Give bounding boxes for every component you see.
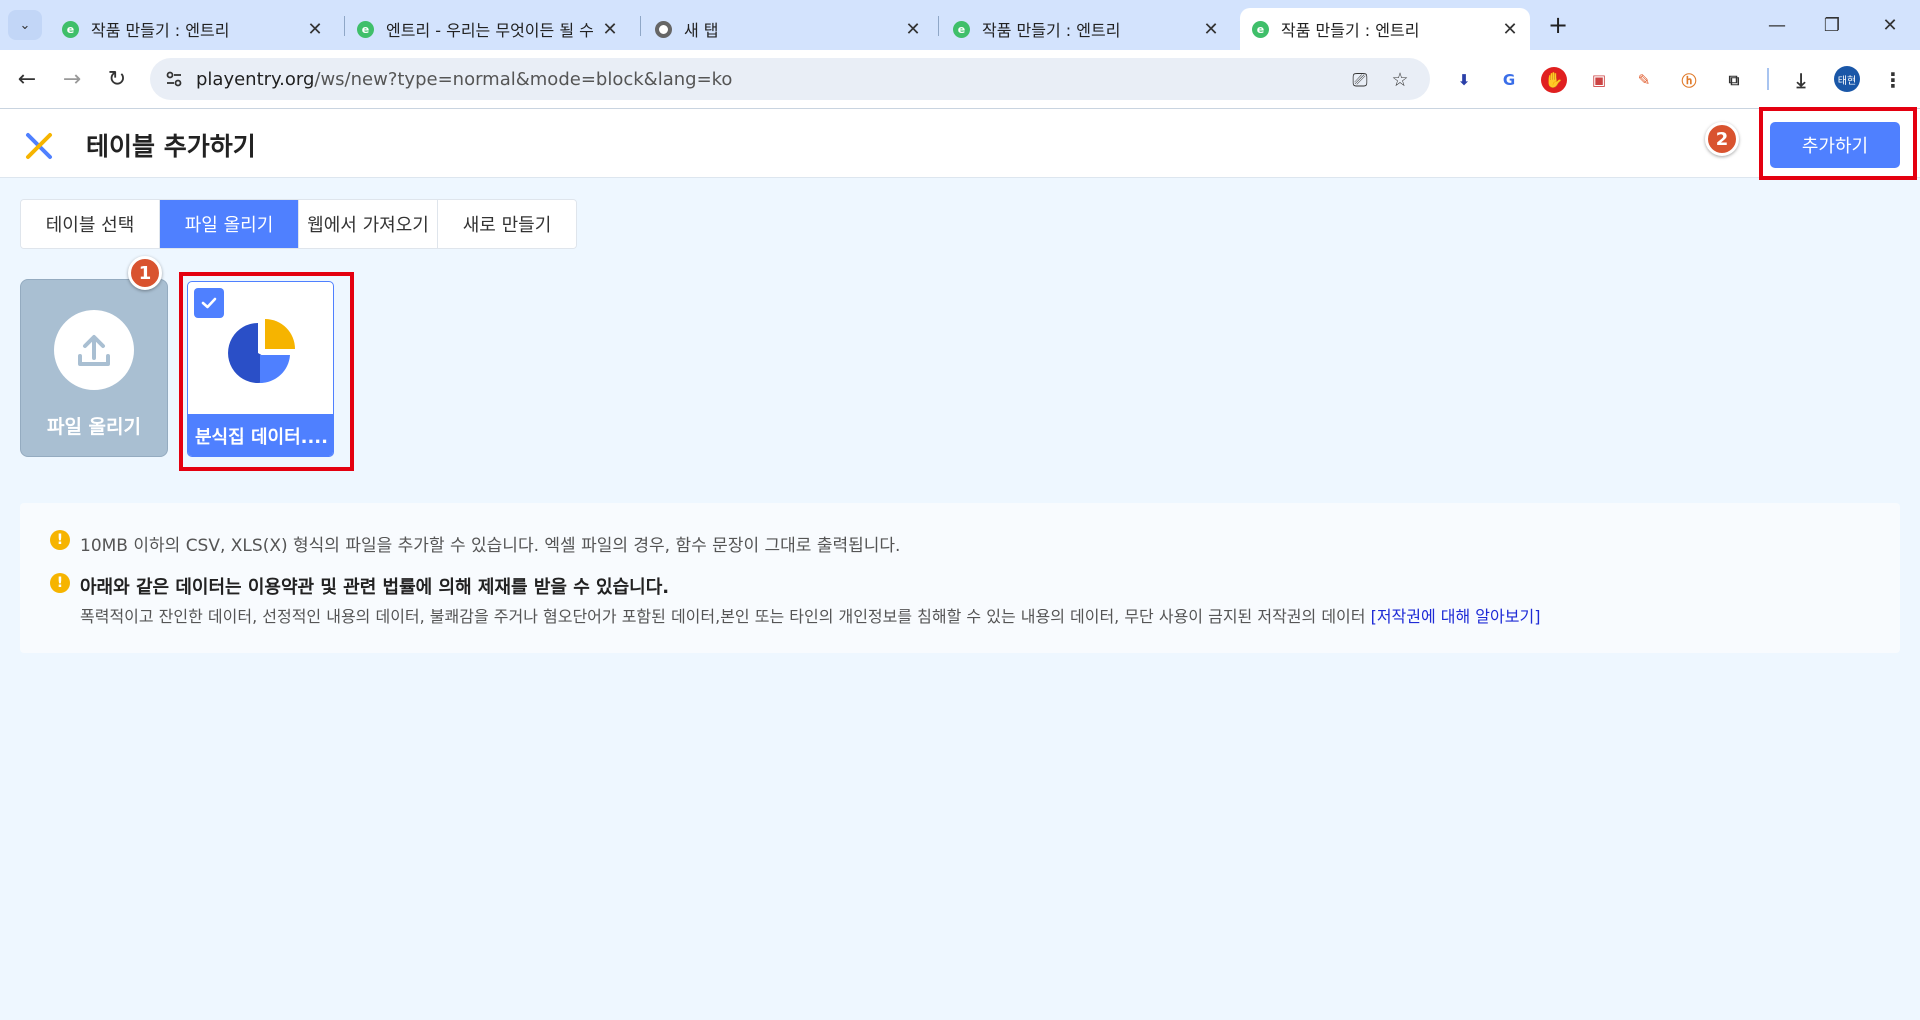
browser-tab[interactable]: e 작품 만들기 : 엔트리 ✕ — [941, 8, 1231, 50]
toolbar-divider — [1767, 68, 1769, 90]
pen-ext-icon[interactable]: ✎ — [1631, 67, 1657, 93]
tab-title: 작품 만들기 : 엔트리 — [91, 21, 230, 40]
highlight-box-file-card — [179, 272, 354, 471]
browser-toolbar: ← → ↻ playentry.org/ws/new?type=normal&m… — [0, 50, 1920, 108]
minimize-icon[interactable]: — — [1757, 10, 1797, 40]
upload-card-label: 파일 올리기 — [46, 416, 141, 438]
downloads-icon[interactable]: ⤓ — [1788, 67, 1814, 93]
upload-file-card[interactable]: 파일 올리기 — [20, 279, 168, 457]
close-tab-icon[interactable]: ✕ — [1201, 19, 1221, 40]
profile-avatar[interactable]: 태현 — [1834, 66, 1860, 92]
table-source-tabs: 테이블 선택 파일 올리기 웹에서 가져오기 새로 만들기 — [20, 199, 577, 249]
entry-favicon-icon: e — [62, 20, 79, 38]
upload-notice-panel: ! 10MB 이하의 CSV, XLS(X) 형식의 파일을 추가할 수 있습니… — [20, 503, 1900, 653]
highlight-box-add-button — [1759, 107, 1917, 180]
tab-title: 작품 만들기 : 엔트리 — [982, 21, 1121, 40]
browser-tab[interactable]: 새 탭 ✕ — [643, 8, 933, 50]
entry-favicon-icon: e — [953, 20, 970, 38]
site-settings-icon[interactable] — [162, 67, 186, 91]
warning-icon: ! — [50, 573, 70, 593]
extensions-puzzle-icon[interactable]: ⧉ — [1721, 67, 1747, 93]
screenshot-ext-icon[interactable]: ▣ — [1586, 67, 1612, 93]
translate-ext-icon[interactable]: G — [1496, 67, 1522, 93]
tab-divider — [938, 16, 939, 36]
tab-search-button[interactable]: ⌄ — [8, 10, 42, 40]
url-path: /ws/new?type=normal&mode=block&lang=ko — [314, 69, 733, 90]
adblock-ext-icon[interactable]: ✋ — [1541, 67, 1567, 93]
close-window-icon[interactable]: ✕ — [1870, 10, 1910, 40]
entry-favicon-icon: e — [1252, 20, 1269, 38]
browser-tab[interactable]: e 엔트리 - 우리는 무엇이든 될 수 ✕ — [345, 8, 630, 50]
bookmark-star-icon[interactable]: ☆ — [1386, 66, 1414, 94]
tab-title: 새 탭 — [684, 21, 719, 40]
hypothesis-ext-icon[interactable]: ⓗ — [1676, 67, 1702, 93]
tab-divider — [640, 16, 641, 36]
close-tab-icon[interactable]: ✕ — [600, 19, 620, 40]
install-app-icon[interactable]: ⎚ — [1346, 66, 1374, 94]
tab-upload-file[interactable]: 파일 올리기 — [160, 200, 299, 248]
browser-tab-strip: ⌄ e 작품 만들기 : 엔트리 ✕ e 엔트리 - 우리는 무엇이든 될 수 … — [0, 0, 1920, 50]
page-header: 테이블 추가하기 추가하기 — [0, 108, 1920, 178]
step-badge-1: 1 — [128, 256, 162, 290]
step-badge-2: 2 — [1705, 122, 1739, 156]
close-x-icon[interactable] — [24, 131, 54, 161]
chrome-icon — [655, 20, 672, 38]
close-tab-icon[interactable]: ✕ — [1500, 19, 1520, 40]
new-tab-button[interactable]: + — [1543, 10, 1573, 40]
page-title: 테이블 추가하기 — [86, 132, 256, 161]
notice-sanction-detail: 폭력적이고 잔인한 데이터, 선정적인 내용의 데이터, 불쾌감을 주거나 혐오… — [80, 603, 1540, 627]
notice-file-limit: 10MB 이하의 CSV, XLS(X) 형식의 파일을 추가할 수 있습니다.… — [80, 536, 901, 556]
tab-title: 엔트리 - 우리는 무엇이든 될 수 — [386, 21, 594, 40]
browser-tab[interactable]: e 작품 만들기 : 엔트리 ✕ — [50, 8, 335, 50]
restore-icon[interactable]: ❐ — [1812, 10, 1852, 40]
close-tab-icon[interactable]: ✕ — [903, 19, 923, 40]
menu-kebab-icon[interactable]: ⋮ — [1880, 67, 1906, 93]
address-bar[interactable]: playentry.org/ws/new?type=normal&mode=bl… — [150, 58, 1430, 100]
close-tab-icon[interactable]: ✕ — [305, 19, 325, 40]
tab-create-new[interactable]: 새로 만들기 — [438, 200, 576, 248]
url-text: playentry.org/ws/new?type=normal&mode=bl… — [196, 69, 732, 90]
entry-favicon-icon: e — [357, 20, 374, 38]
download-ext-icon[interactable]: ⬇ — [1451, 67, 1477, 93]
notice-detail-text: 폭력적이고 잔인한 데이터, 선정적인 내용의 데이터, 불쾌감을 주거나 혐오… — [80, 607, 1371, 626]
upload-icon — [54, 310, 134, 390]
back-arrow-icon[interactable]: ← — [10, 62, 44, 96]
tab-import-web[interactable]: 웹에서 가져오기 — [299, 200, 438, 248]
notice-sanction-title: 아래와 같은 데이터는 이용약관 및 관련 법률에 의해 제재를 받을 수 있습… — [80, 577, 670, 598]
reload-icon[interactable]: ↻ — [100, 62, 134, 96]
url-host: playentry.org — [196, 69, 315, 90]
forward-arrow-icon[interactable]: → — [55, 62, 89, 96]
tab-select-table[interactable]: 테이블 선택 — [21, 200, 160, 248]
tab-title: 작품 만들기 : 엔트리 — [1281, 21, 1420, 40]
browser-tab-active[interactable]: e 작품 만들기 : 엔트리 ✕ — [1240, 8, 1530, 50]
copyright-info-link[interactable]: [저작권에 대해 알아보기] — [1371, 607, 1541, 626]
warning-icon: ! — [50, 530, 70, 550]
